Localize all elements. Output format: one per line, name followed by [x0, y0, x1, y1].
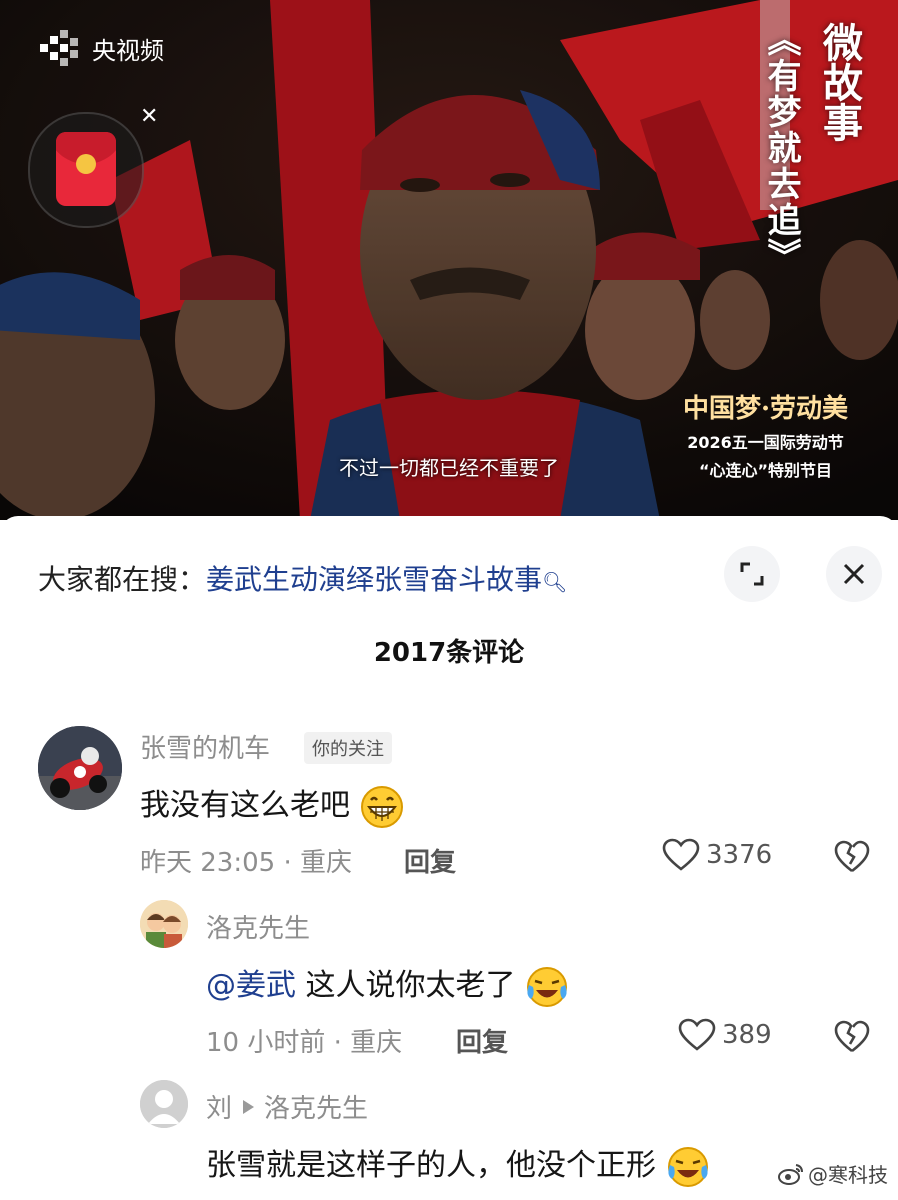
comment-count: 2017条评论: [373, 638, 525, 668]
like-button[interactable]: 3376: [662, 838, 772, 872]
like-count: 389: [722, 1020, 772, 1050]
comment-sheet: 大家都在搜：姜武生动演绎张雪奋斗故事🔍︎ 2017条评论 张雪的机车 你的关注 …: [0, 516, 898, 1200]
play-logo-icon: [40, 30, 78, 66]
expand-icon: [740, 562, 764, 586]
reply-header: 刘 洛克先生: [206, 1088, 368, 1125]
comment-time-location: 昨天 23:05 · 重庆: [140, 848, 352, 878]
search-icon: 🔍︎: [542, 570, 568, 594]
watermark-text: @寒科技: [808, 1163, 888, 1187]
avatar[interactable]: [140, 1080, 188, 1128]
comment-text-content: 张雪就是这样子的人，他没个正形: [206, 1148, 656, 1183]
dislike-button[interactable]: [834, 1020, 870, 1058]
mention-link[interactable]: @姜武: [206, 968, 296, 1003]
close-icon[interactable]: ✕: [140, 104, 158, 129]
weibo-icon: [778, 1163, 803, 1185]
comment-username[interactable]: 刘: [206, 1088, 232, 1125]
program-title-main: 《有梦就去追》: [761, 22, 801, 274]
trending-keyword[interactable]: 姜武生动演绎张雪奋斗故事: [206, 563, 542, 596]
comment-time-location: 10 小时前 · 重庆: [206, 1028, 403, 1058]
cartoon-avatar-image: [140, 900, 188, 948]
comment-text: 张雪就是这样子的人，他没个正形: [206, 1140, 710, 1189]
red-packet-icon: [56, 132, 116, 206]
default-avatar-icon: [140, 1080, 188, 1128]
reply-target-username[interactable]: 洛克先生: [264, 1088, 368, 1125]
like-button[interactable]: 389: [678, 1018, 772, 1052]
close-icon: [843, 563, 865, 585]
expand-button[interactable]: [724, 546, 780, 602]
program-title: 微故事 《有梦就去追》: [757, 22, 868, 274]
follow-tag: 你的关注: [304, 732, 392, 764]
red-packet-button[interactable]: [28, 112, 144, 228]
event-slogan: 中国梦·劳动美: [682, 394, 848, 424]
video-player[interactable]: 央视频 ✕ 微故事 《有梦就去追》 中国梦·劳动美 2026五一国际劳动节 “心…: [0, 0, 898, 520]
reply-button[interactable]: 回复: [404, 842, 456, 879]
crying-laugh-emoji-icon: [527, 966, 568, 1007]
heart-icon: [662, 838, 700, 871]
crying-laugh-emoji-icon: [667, 1146, 708, 1187]
comment-username[interactable]: 洛克先生: [206, 908, 310, 945]
watermark: @寒科技: [778, 1159, 888, 1188]
comment-text-content: 这人说你太老了: [296, 968, 516, 1003]
comment-text: @姜武 这人说你太老了: [206, 960, 569, 1009]
broken-heart-icon: [834, 840, 870, 873]
trending-prefix: 大家都在搜：: [38, 563, 207, 596]
comment-username[interactable]: 张雪的机车: [140, 728, 270, 765]
event-name: 2026五一国际劳动节: [687, 433, 844, 452]
brand-name: 央视频: [92, 36, 164, 65]
brand: 央视频: [40, 30, 164, 66]
heart-icon: [678, 1018, 716, 1051]
dislike-button[interactable]: [834, 840, 870, 878]
broken-heart-icon: [834, 1020, 870, 1053]
comment-text-content: 我没有这么老吧: [140, 788, 350, 823]
motorbike-avatar-image: [38, 726, 122, 810]
video-subtitle: 不过一切都已经不重要了: [339, 456, 559, 480]
trending-search[interactable]: 大家都在搜：姜武生动演绎张雪奋斗故事🔍︎: [38, 558, 567, 598]
program-title-prefix: 微故事: [816, 22, 863, 142]
avatar[interactable]: [38, 726, 122, 810]
grin-emoji-icon: [360, 785, 403, 828]
avatar[interactable]: [140, 900, 188, 948]
reply-button[interactable]: 回复: [456, 1022, 508, 1059]
close-comments-button[interactable]: [826, 546, 882, 602]
comment-text: 我没有这么老吧: [140, 780, 404, 829]
like-count: 3376: [706, 840, 773, 870]
reply-arrow-icon: [243, 1099, 255, 1114]
